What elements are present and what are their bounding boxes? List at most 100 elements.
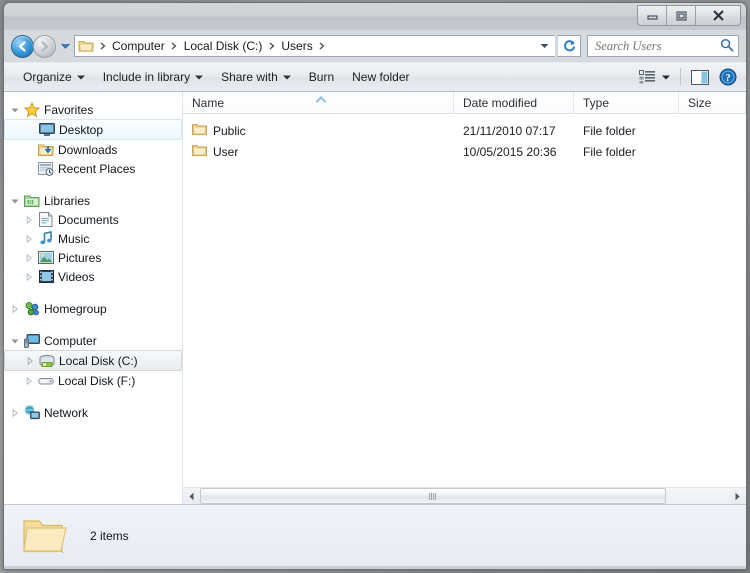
- column-header-name[interactable]: Name: [183, 92, 454, 113]
- maximize-button[interactable]: [667, 6, 696, 25]
- twisty-expand-icon[interactable]: [22, 272, 36, 281]
- breadcrumb-separator[interactable]: [265, 42, 278, 50]
- forward-button[interactable]: [33, 34, 56, 58]
- homegroup-icon: [22, 301, 42, 316]
- breadcrumb-separator[interactable]: [168, 42, 181, 50]
- command-bar: Organize Include in library Share with B…: [4, 62, 746, 92]
- table-row[interactable]: User 10/05/2015 20:36 File folder: [183, 141, 746, 162]
- twisty-expand-icon[interactable]: [22, 253, 36, 262]
- include-in-library-label: Include in library: [102, 70, 191, 84]
- sidebar-item-desktop[interactable]: Desktop: [4, 119, 182, 140]
- view-options-button[interactable]: [634, 66, 675, 88]
- chevron-down-icon[interactable]: [535, 36, 553, 56]
- burn-button[interactable]: Burn: [300, 66, 343, 88]
- explorer-window: Computer Local Disk (C:) Users Search Us…: [3, 2, 747, 570]
- desktop-icon: [37, 122, 57, 137]
- column-header-date-modified[interactable]: Date modified: [454, 92, 574, 113]
- videos-icon: [36, 270, 56, 283]
- folder-icon: [192, 144, 207, 160]
- breadcrumb-separator[interactable]: [316, 42, 329, 50]
- scroll-left-button[interactable]: [183, 488, 200, 504]
- sidebar-item-favorites[interactable]: Favorites: [4, 100, 182, 119]
- sidebar-item-homegroup[interactable]: Homegroup: [4, 299, 182, 318]
- twisty-collapse-icon[interactable]: [8, 337, 22, 345]
- breadcrumb-item-local-disk-c[interactable]: Local Disk (C:): [181, 37, 266, 55]
- preview-pane-button[interactable]: [686, 66, 714, 88]
- sidebar-item-recent-places[interactable]: Recent Places: [4, 159, 182, 178]
- breadcrumb-item-users[interactable]: Users: [278, 37, 315, 55]
- share-with-button[interactable]: Share with: [212, 66, 300, 88]
- column-header-type[interactable]: Type: [574, 92, 679, 113]
- minimize-button[interactable]: [638, 6, 667, 25]
- close-button[interactable]: [696, 6, 740, 25]
- new-folder-button[interactable]: New folder: [343, 66, 418, 88]
- computer-icon: [22, 333, 42, 348]
- pictures-icon: [36, 251, 56, 264]
- nav-group-libraries: Libraries Documents Music Pictures Video…: [4, 191, 182, 286]
- search-box[interactable]: [587, 35, 739, 57]
- nav-group-network: Network: [4, 403, 182, 422]
- hard-disk-icon: [37, 354, 57, 368]
- organize-button[interactable]: Organize: [14, 66, 94, 88]
- help-button[interactable]: ?: [714, 66, 742, 88]
- folder-large-icon: [18, 516, 72, 556]
- twisty-expand-icon[interactable]: [22, 215, 36, 224]
- music-icon: [36, 231, 56, 246]
- sidebar-label: Pictures: [58, 250, 102, 265]
- column-header-size[interactable]: Size: [679, 92, 746, 113]
- refresh-button[interactable]: [557, 35, 581, 57]
- sidebar-label: Music: [58, 231, 90, 246]
- twisty-expand-icon[interactable]: [23, 356, 37, 365]
- sidebar-item-libraries[interactable]: Libraries: [4, 191, 182, 210]
- sidebar-item-network[interactable]: Network: [4, 403, 182, 422]
- folder-icon: [78, 39, 94, 53]
- sidebar-label: Downloads: [58, 142, 118, 157]
- sidebar-item-documents[interactable]: Documents: [4, 210, 182, 229]
- recent-places-icon: [36, 161, 56, 176]
- star-icon: [22, 101, 42, 118]
- sidebar-item-pictures[interactable]: Pictures: [4, 248, 182, 267]
- twisty-expand-icon[interactable]: [22, 234, 36, 243]
- scrollbar-thumb[interactable]: [200, 488, 666, 504]
- file-name-cell[interactable]: Public: [183, 123, 454, 139]
- folder-icon: [192, 123, 207, 139]
- navigation-pane: Favorites Desktop Downloads Recent Place…: [4, 92, 183, 504]
- sidebar-item-local-disk-f[interactable]: Local Disk (F:): [4, 371, 182, 390]
- sidebar-label: Homegroup: [44, 301, 107, 316]
- twisty-expand-icon[interactable]: [8, 304, 22, 313]
- file-name-cell[interactable]: User: [183, 144, 454, 160]
- twisty-collapse-icon[interactable]: [8, 197, 22, 205]
- scrollbar-track[interactable]: [200, 488, 729, 504]
- window-controls: [637, 5, 741, 26]
- desktop-background: Computer Local Disk (C:) Users Search Us…: [0, 0, 750, 573]
- downloads-icon: [36, 143, 56, 157]
- sidebar-label: Recent Places: [58, 161, 136, 176]
- twisty-expand-icon[interactable]: [22, 376, 36, 385]
- sidebar-item-computer[interactable]: Computer: [4, 331, 182, 350]
- sidebar-item-music[interactable]: Music: [4, 229, 182, 248]
- sidebar-label: Network: [44, 405, 89, 420]
- back-button[interactable]: [11, 34, 34, 58]
- table-row[interactable]: Public 21/11/2010 07:17 File folder: [183, 120, 746, 141]
- twisty-collapse-icon[interactable]: [8, 106, 22, 114]
- sidebar-item-local-disk-c[interactable]: Local Disk (C:): [4, 350, 182, 371]
- sidebar-label: Computer: [44, 333, 97, 348]
- chevron-down-icon: [76, 75, 85, 79]
- breadcrumb[interactable]: Computer Local Disk (C:) Users: [74, 35, 555, 57]
- svg-text:?: ?: [725, 72, 731, 84]
- chevron-down-icon: [282, 75, 291, 79]
- sidebar-label: Documents: [58, 212, 119, 227]
- toolbar-divider: [680, 68, 681, 86]
- share-with-label: Share with: [221, 70, 278, 84]
- breadcrumb-separator[interactable]: [96, 42, 109, 50]
- horizontal-scrollbar[interactable]: [183, 487, 746, 504]
- include-in-library-button[interactable]: Include in library: [94, 66, 212, 88]
- search-input[interactable]: [595, 38, 720, 54]
- history-dropdown-button[interactable]: [58, 35, 72, 57]
- twisty-expand-icon[interactable]: [8, 408, 22, 417]
- sidebar-item-videos[interactable]: Videos: [4, 267, 182, 286]
- breadcrumb-item-computer[interactable]: Computer: [109, 37, 168, 55]
- sidebar-item-downloads[interactable]: Downloads: [4, 140, 182, 159]
- scroll-right-button[interactable]: [729, 488, 746, 504]
- file-date-cell: 10/05/2015 20:36: [463, 144, 557, 159]
